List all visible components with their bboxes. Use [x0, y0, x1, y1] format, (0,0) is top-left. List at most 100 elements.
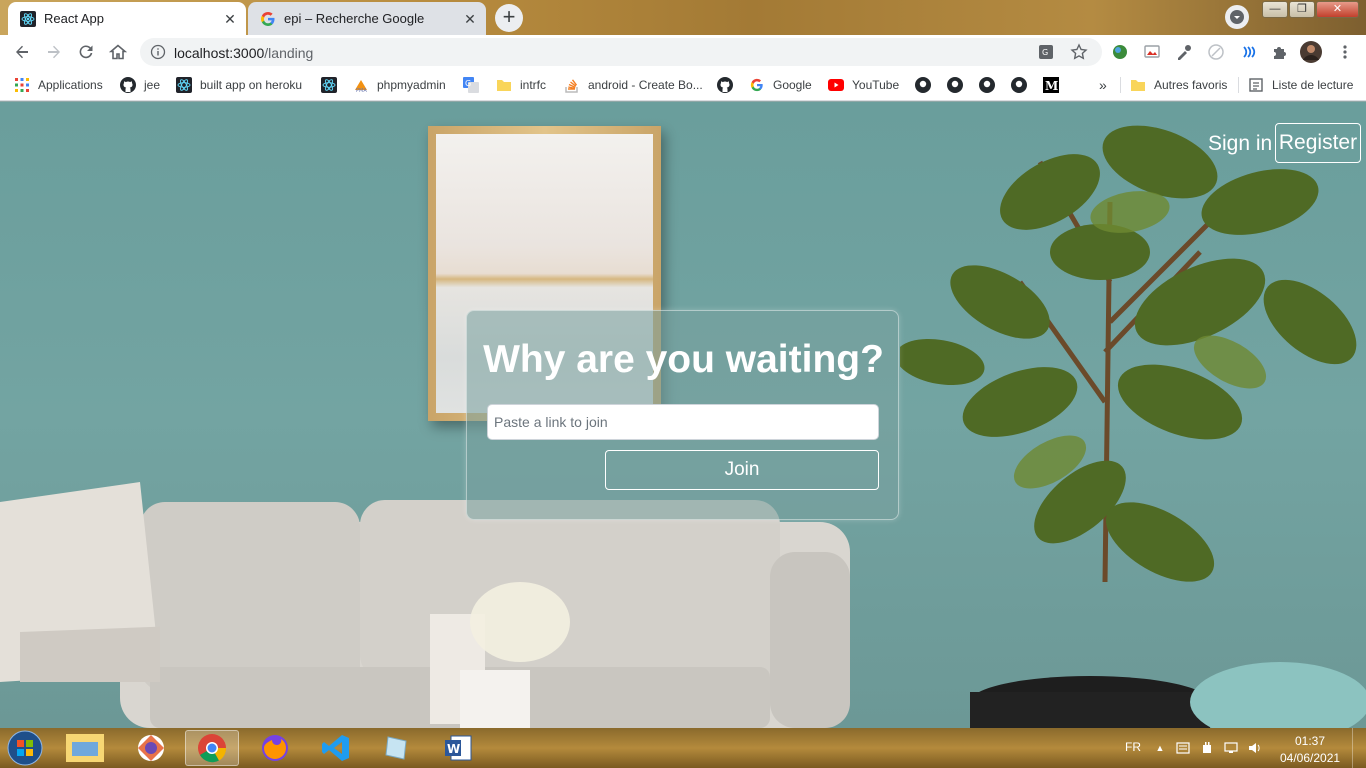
- star-icon[interactable]: [1070, 43, 1088, 61]
- extension-wave-icon[interactable]: [1239, 43, 1257, 61]
- react-icon: [176, 77, 192, 93]
- bookmark-google[interactable]: Google: [749, 75, 812, 95]
- bookmark-label: built app on heroku: [200, 78, 303, 92]
- bookmark-youtube[interactable]: YouTube: [828, 75, 899, 95]
- extension-eyedropper-icon[interactable]: [1175, 43, 1193, 61]
- language-indicator[interactable]: FR: [1125, 740, 1141, 754]
- bookmark-phpmyadmin[interactable]: PMA phpmyadmin: [353, 75, 446, 95]
- react-icon: [20, 10, 36, 27]
- svg-text:M: M: [1045, 79, 1058, 93]
- pillow-image: [0, 482, 160, 682]
- reading-list-button[interactable]: Liste de lecture: [1248, 75, 1353, 95]
- tab-react-app[interactable]: React App ✕: [8, 2, 246, 35]
- windows-logo-icon: [7, 730, 43, 766]
- google-translate-icon[interactable]: G: [462, 76, 480, 94]
- home-button[interactable]: [106, 40, 130, 64]
- svg-text:W: W: [447, 742, 460, 756]
- taskbar-photo-app[interactable]: [124, 730, 178, 766]
- menu-kebab-icon[interactable]: [1336, 43, 1354, 61]
- bookmark-intrfc[interactable]: intrfc: [496, 75, 546, 95]
- join-button[interactable]: Join: [605, 450, 879, 490]
- url-text[interactable]: localhost:3000/landing: [174, 45, 313, 61]
- url-path: /landing: [264, 45, 314, 61]
- reload-button[interactable]: [74, 40, 98, 64]
- google-icon: [260, 11, 276, 27]
- google-icon: [749, 77, 765, 93]
- bookmarks-bar: Applications jee built app on heroku PMA…: [0, 69, 1366, 101]
- translate-icon[interactable]: G: [1038, 44, 1054, 60]
- bookmark-android[interactable]: android - Create Bo...: [564, 75, 703, 95]
- bookmark-label: jee: [144, 78, 161, 92]
- bookmark-label: Liste de lecture: [1272, 78, 1354, 92]
- tray-power-icon[interactable]: [1200, 742, 1214, 754]
- github-icon[interactable]: [716, 76, 734, 94]
- github-icon[interactable]: [1010, 76, 1028, 94]
- new-tab-button[interactable]: +: [495, 4, 523, 32]
- bookmark-label: intrfc: [520, 78, 547, 92]
- chrome-icon: [198, 734, 227, 763]
- bookmark-jee[interactable]: jee: [120, 75, 160, 95]
- forward-button[interactable]: [42, 40, 66, 64]
- taskbar-notepad[interactable]: [370, 730, 424, 766]
- vscode-icon: [322, 735, 349, 761]
- browser-title-bar: React App ✕ epi – Recherche Google ✕ + —…: [0, 0, 1366, 35]
- tray-expand-icon[interactable]: ▲: [1153, 742, 1167, 754]
- chevron-double-right-icon: »: [1099, 77, 1107, 93]
- bookmark-heroku[interactable]: built app on heroku: [176, 75, 302, 95]
- join-link-input[interactable]: [487, 404, 879, 440]
- register-button[interactable]: Register: [1275, 123, 1361, 163]
- taskbar-vscode[interactable]: [309, 730, 363, 766]
- close-icon[interactable]: ✕: [462, 11, 478, 27]
- folder-icon: [1130, 77, 1146, 93]
- bookmark-applications[interactable]: Applications: [14, 75, 103, 95]
- network-icon[interactable]: [1224, 742, 1238, 754]
- bookmark-label: phpmyadmin: [377, 78, 446, 92]
- address-bar[interactable]: localhost:3000/landing G: [140, 38, 1102, 66]
- bookmark-other-favorites[interactable]: Autres favoris: [1130, 75, 1227, 95]
- bookmark-label: android - Create Bo...: [588, 78, 703, 92]
- close-icon[interactable]: ✕: [222, 11, 238, 27]
- sign-in-link[interactable]: Sign in: [1208, 132, 1272, 156]
- volume-icon[interactable]: [1248, 742, 1262, 754]
- word-icon: W: [445, 735, 472, 761]
- info-icon[interactable]: [150, 44, 166, 60]
- folder-icon: [66, 734, 104, 762]
- bookmark-label: YouTube: [852, 78, 900, 92]
- start-button[interactable]: [4, 729, 46, 767]
- bookmark-label: Google: [773, 78, 812, 92]
- clock-time[interactable]: 01:37: [1280, 734, 1340, 748]
- show-desktop-button[interactable]: [1352, 728, 1366, 768]
- maximize-button[interactable]: ❐: [1289, 1, 1315, 18]
- extensions-puzzle-icon[interactable]: [1271, 43, 1289, 61]
- github-icon[interactable]: [946, 76, 964, 94]
- extension-globe-icon[interactable]: [1111, 43, 1129, 61]
- github-icon[interactable]: [914, 76, 932, 94]
- extension-disabled-icon[interactable]: [1207, 43, 1225, 61]
- tray-device-icon[interactable]: [1176, 742, 1190, 754]
- tab-search-button[interactable]: [1225, 5, 1249, 29]
- clock-date[interactable]: 04/06/2021: [1280, 751, 1340, 765]
- avatar[interactable]: [1300, 41, 1322, 63]
- bookmarks-overflow-button[interactable]: »: [1099, 75, 1107, 95]
- taskbar-word[interactable]: W: [431, 730, 485, 766]
- back-button[interactable]: [10, 40, 34, 64]
- reading-list-icon: [1248, 77, 1264, 93]
- medium-icon[interactable]: M: [1042, 76, 1060, 94]
- windows-taskbar: W FR ▲ 01:37 04/06/2021: [0, 728, 1366, 768]
- github-icon[interactable]: [978, 76, 996, 94]
- chevron-down-icon: [1230, 10, 1244, 24]
- taskbar-file-explorer[interactable]: [58, 730, 112, 766]
- svg-text:PMA: PMA: [356, 88, 367, 93]
- aperture-icon: [138, 735, 164, 761]
- arrow-left-icon: [16, 45, 28, 59]
- folder-icon: [496, 77, 512, 93]
- taskbar-firefox[interactable]: [248, 730, 302, 766]
- minimize-button[interactable]: —: [1262, 1, 1288, 18]
- extension-image-icon[interactable]: [1143, 43, 1161, 61]
- taskbar-chrome[interactable]: [185, 730, 239, 766]
- react-icon[interactable]: [320, 76, 338, 94]
- close-window-button[interactable]: ✕: [1316, 1, 1359, 18]
- card-title: Why are you waiting?: [483, 338, 884, 381]
- bookmark-separator: [1120, 77, 1121, 93]
- tab-google-search[interactable]: epi – Recherche Google ✕: [248, 2, 486, 35]
